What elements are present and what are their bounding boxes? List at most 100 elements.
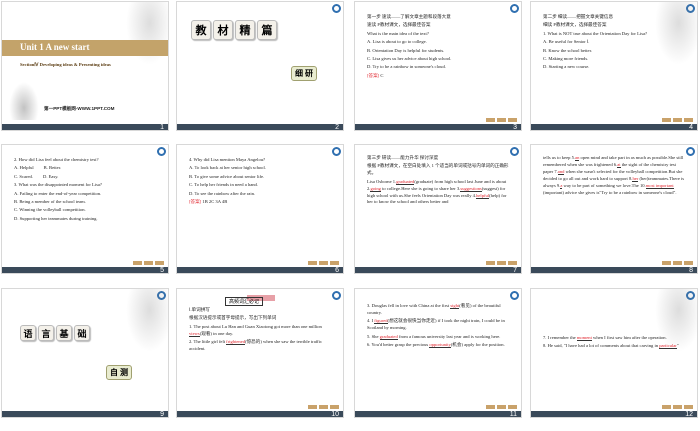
option-b: B. Orientation Day is helpful for studen… (367, 47, 445, 53)
slide-number: 9 (160, 411, 164, 418)
question-text: 6. You'd better grasp the precious (367, 342, 430, 348)
option-c: C. Making more friends. (543, 56, 589, 62)
fill-answer: graduated (379, 333, 398, 340)
char-tile: 篇 (257, 20, 277, 40)
section-stamp: 自 测 (106, 365, 132, 380)
bottom-bar (355, 124, 521, 130)
slide-11[interactable]: 3. Douglas fell in love with China at th… (354, 288, 522, 418)
option-a: A. Lisa is about to go to college. (367, 39, 427, 45)
slide-grid: Unit 1 A new start SectionⅣ Developing i… (0, 0, 700, 431)
fill-answer: sight (450, 303, 460, 309)
fill-answer: going (370, 185, 381, 192)
slide-1[interactable]: Unit 1 A new start SectionⅣ Developing i… (1, 1, 169, 131)
slide-8[interactable]: tells us to keep 5.an open mind and take… (530, 144, 698, 274)
question: 3. What was the disappointed moment for … (14, 182, 102, 188)
answer-value: C (380, 72, 384, 78)
ink-decoration (122, 2, 168, 72)
ink-decoration (122, 289, 168, 359)
section-header: 高频词汇必记 (225, 297, 264, 306)
slide-body: 2. How did Lisa feel about the chemistry… (14, 157, 158, 224)
instruction: 速读 P教材课文，选择最佳答案 (367, 22, 431, 28)
option-b: B. To give some advice about senior life… (189, 173, 265, 179)
question: What is the main idea of the text? (367, 30, 429, 36)
slide-number: 3 (513, 124, 517, 131)
title-band: Unit 1 A new start (2, 40, 168, 56)
slide-4[interactable]: 第二步 细读——把握文章关键信息 细读 P教材课文，选择最佳答案 1. What… (530, 1, 698, 131)
fill-answer: figured (374, 318, 388, 325)
question-text: 8. He said, "I have had a lot of comment… (543, 343, 660, 349)
option-c: C. Lisa gives us her advice about high s… (367, 56, 452, 62)
slide-number: 7 (513, 267, 517, 274)
answer-value: 1B 2C 3A 4B (202, 199, 228, 205)
option-c: C. Winning the volleyball competition. (14, 207, 86, 213)
slide-7[interactable]: 第三步 研读——能力升华 探讨深度 根据 P教材课文，在空白处填入 1 个适当的… (354, 144, 522, 274)
slide-body: 第二步 细读——把握文章关键信息 细读 P教材课文，选择最佳答案 1. What… (543, 14, 687, 73)
nav-buttons (662, 405, 693, 409)
slide-5[interactable]: 2. How did Lisa feel about the chemistry… (1, 144, 169, 274)
option-a: A. Failing to enter the end-of-year comp… (14, 190, 102, 196)
char-tile: 材 (213, 20, 233, 40)
fill-answer: suggestions (460, 185, 482, 192)
slide-10[interactable]: 高频词汇必记 Ⅰ.单词拼写 根据汉语提示或首字母提示，写出下列单词 1. The… (176, 288, 344, 418)
slide-6[interactable]: 4. Why did Lisa mention Maya Angelou? A.… (176, 144, 344, 274)
instruction: 根据汉语提示或首字母提示，写出下列单词 (189, 315, 277, 321)
instruction: 细读 P教材课文，选择最佳答案 (543, 22, 607, 28)
option-d: D. Try to be a rainbow in someone's clou… (367, 64, 446, 70)
slide-number: 8 (689, 267, 693, 274)
answer-label: [答案] (367, 72, 380, 78)
fill-answer: particular (659, 343, 677, 350)
char-tile: 基 (56, 325, 72, 341)
nav-buttons (486, 118, 517, 122)
option-d: D. Starting a new course. (543, 64, 590, 70)
bottom-bar (355, 411, 521, 417)
question-text: 3. Douglas fell in love with China at th… (367, 303, 451, 308)
char-tile: 教 (191, 20, 211, 40)
ring-icon (332, 291, 341, 300)
question: 1. What is NOT true about the Orientatio… (543, 30, 648, 36)
ring-icon (332, 4, 341, 13)
slide-2[interactable]: 教 材 精 篇 细 研 2 (176, 1, 344, 131)
question-text: " (676, 343, 679, 349)
slide-number: 5 (160, 267, 164, 274)
nav-buttons (486, 261, 517, 265)
nav-buttons (662, 118, 693, 122)
fill-answer: graduated (396, 178, 415, 185)
fill-answer: helpful (476, 192, 490, 199)
bottom-bar (2, 411, 168, 417)
exercise-heading: Ⅰ.单词拼写 (189, 307, 210, 312)
slide-body: 第一步 速读——了解文章主题和段落大意 速读 P教材课文，选择最佳答案 What… (367, 14, 511, 81)
option-b: B. Being a member of the school team. (14, 199, 86, 205)
fill-answer: views (189, 330, 200, 337)
ring-icon (686, 147, 695, 156)
slide-9[interactable]: 语 言 基 础 自 测 9 (1, 288, 169, 418)
ring-icon (510, 291, 519, 300)
slide-subtitle: SectionⅣ Developing ideas & Presenting i… (20, 62, 111, 67)
question-text: (想这就会很快当你走近) if I took the night train, … (367, 318, 505, 331)
bottom-bar (177, 411, 343, 417)
slide-title: Unit 1 A new start (20, 42, 90, 52)
option-c: C. Scared. (14, 173, 34, 179)
title-tiles: 语 言 基 础 (20, 325, 90, 341)
question-text: 2. The little girl felt (189, 339, 227, 345)
bottom-bar (531, 411, 697, 417)
bottom-bar (531, 124, 697, 130)
slide-number: 11 (509, 411, 517, 418)
slide-body: 4. Why did Lisa mention Maya Angelou? A.… (189, 157, 333, 207)
option-b: B. Know the school better. (543, 47, 592, 53)
question-text: 1. The post about Lu Han and Guan Xiaoto… (189, 323, 322, 329)
ring-icon (157, 147, 166, 156)
slide-3[interactable]: 第一步 速读——了解文章主题和段落大意 速读 P教材课文，选择最佳答案 What… (354, 1, 522, 131)
bottom-bar (2, 267, 168, 273)
slide-12[interactable]: 7. I remember the moment when I first sa… (530, 288, 698, 418)
slide-body: Ⅰ.单词拼写 根据汉语提示或首字母提示，写出下列单词 1. The post a… (189, 307, 333, 354)
bottom-bar (177, 267, 343, 273)
char-tile: 语 (20, 325, 36, 341)
question-text: (机会) apply for the position. (450, 342, 505, 348)
char-tile: 言 (38, 325, 54, 341)
pottery-image (8, 80, 40, 120)
ring-icon (332, 147, 341, 156)
char-tile: 精 (235, 20, 255, 40)
option-c: C. To help her friends in need a hand. (189, 182, 258, 188)
slide-number: 2 (335, 124, 339, 131)
section-stamp: 细 研 (291, 66, 317, 81)
